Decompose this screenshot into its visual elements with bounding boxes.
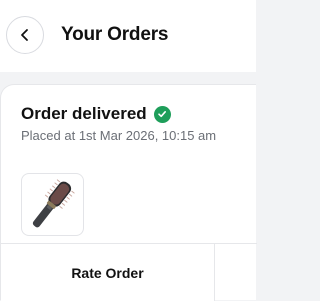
rate-order-button[interactable]: Rate Order (1, 244, 214, 301)
order-card[interactable]: Order delivered Placed at 1st Mar 2026, … (0, 84, 257, 301)
order-status: Order delivered (21, 104, 171, 124)
page-title: Your Orders (61, 24, 169, 45)
hot-air-brush-image (32, 179, 75, 228)
check-circle-icon (153, 105, 171, 123)
back-button[interactable] (6, 16, 44, 54)
product-thumbnail[interactable] (21, 173, 84, 236)
order-status-text: Order delivered (21, 104, 147, 123)
app-header: Your Orders (0, 0, 256, 72)
order-placed-time: Placed at 1st Mar 2026, 10:15 am (21, 128, 217, 143)
action-separator (214, 244, 215, 301)
chevron-left-icon (21, 29, 28, 41)
